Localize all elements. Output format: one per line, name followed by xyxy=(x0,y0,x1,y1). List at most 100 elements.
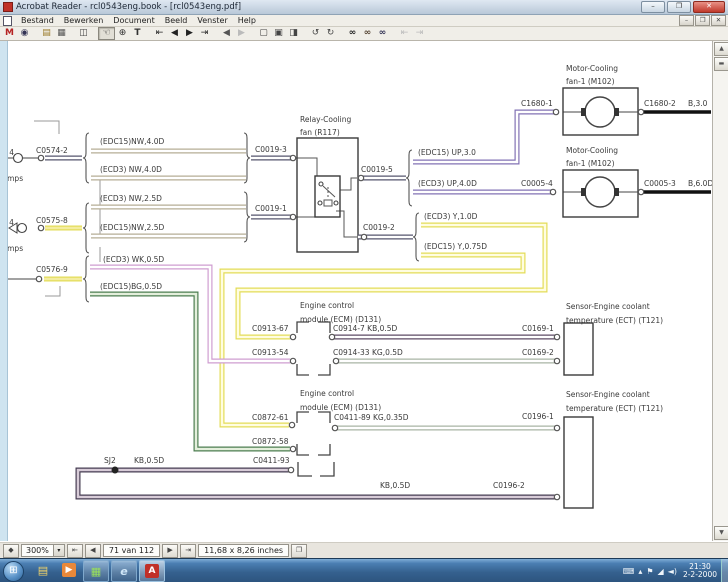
diagram-label: C0574-2 xyxy=(36,146,68,155)
next-view-icon[interactable]: ▶ xyxy=(234,28,249,39)
acrobat-logo-icon[interactable]: M xyxy=(2,28,17,39)
show-panel-icon[interactable]: ◫ xyxy=(76,28,91,39)
diagram-wire xyxy=(45,286,60,296)
taskbar-explorer[interactable]: ▤ xyxy=(31,560,55,580)
prev-page-button[interactable]: ◀ xyxy=(85,544,101,558)
taskbar-app-green[interactable]: ▦ xyxy=(83,560,109,582)
connector-pin xyxy=(38,155,43,160)
show-desktop-button[interactable] xyxy=(721,559,728,582)
zoom-dropdown-icon[interactable]: ▾ xyxy=(53,545,64,556)
menu-help[interactable]: Help xyxy=(233,16,261,25)
zoom-tool-icon[interactable]: ⊕ xyxy=(115,28,130,39)
tray-show-hidden-icon[interactable]: ▴ xyxy=(638,567,642,576)
first-page-icon[interactable]: ⇤ xyxy=(152,28,167,39)
mdi-close-button[interactable]: ✕ xyxy=(711,15,726,26)
close-button[interactable]: ✕ xyxy=(693,1,725,13)
symbol-circle xyxy=(319,182,323,186)
status-bar: ◆ 300% ▾ ⇤ ◀ 71 van 112 ▶ ⇥ 11,68 x 8,26… xyxy=(0,541,728,559)
menu-document[interactable]: Document xyxy=(108,16,159,25)
mdi-minimize-button[interactable]: – xyxy=(679,15,694,26)
page-indicator[interactable]: 71 van 112 xyxy=(103,544,160,557)
hand-tool-icon[interactable]: ☜ xyxy=(98,27,115,40)
next-page-button[interactable]: ▶ xyxy=(162,544,178,558)
system-tray: ⌨▴ ⚑ ◢ ◄) xyxy=(623,567,677,576)
eye-icon[interactable]: ◉ xyxy=(17,28,32,39)
brace xyxy=(406,150,412,206)
diagram-label: Motor-Cooling xyxy=(566,64,618,73)
diagram-wire xyxy=(297,364,309,375)
taskbar-clock[interactable]: 21:30 2-2-2000 xyxy=(683,563,717,580)
tool-indicator-button[interactable]: ◆ xyxy=(3,544,19,558)
search-icon[interactable]: ∞ xyxy=(360,28,375,39)
last-page-icon[interactable]: ⇥ xyxy=(197,28,212,39)
prev-page-icon[interactable]: ◀ xyxy=(167,28,182,39)
rotate-left-icon[interactable]: ↺ xyxy=(308,28,323,39)
connector-pin xyxy=(290,155,295,160)
motor-brush xyxy=(614,108,619,116)
menu-venster[interactable]: Venster xyxy=(192,16,232,25)
connector-pin xyxy=(290,358,295,363)
diagram-label: C0019-1 xyxy=(255,204,287,213)
minimize-button[interactable]: – xyxy=(641,1,665,13)
text-select-icon[interactable]: T xyxy=(130,28,145,39)
start-button[interactable]: ⊞ xyxy=(3,561,24,582)
menu-bar: BestandBewerkenDocumentBeeldVensterHelp … xyxy=(0,15,728,27)
symbol-circle xyxy=(14,154,23,163)
prev-view-icon[interactable]: ◀ xyxy=(219,28,234,39)
taskbar-acrobat-reader-icon: A xyxy=(145,564,159,578)
prev-highlight-icon[interactable]: ⇤ xyxy=(397,28,412,39)
diagram-label: Sensor-Engine coolant xyxy=(566,302,650,311)
splice-dot xyxy=(112,467,119,474)
menu-beeld[interactable]: Beeld xyxy=(160,16,193,25)
taskbar-acrobat-reader[interactable]: A xyxy=(139,560,165,582)
component-box xyxy=(564,323,593,375)
diagram-label: (EDC15)NW,4.0D xyxy=(100,137,164,146)
connector-pin xyxy=(38,225,43,230)
diagram-label: C0005-3 xyxy=(644,179,676,188)
open-icon[interactable]: ▤ xyxy=(39,28,54,39)
next-highlight-icon[interactable]: ⇥ xyxy=(412,28,427,39)
scroll-down-button[interactable]: ▼ xyxy=(714,526,728,540)
search-results-icon[interactable]: ∞ xyxy=(375,28,390,39)
mdi-restore-button[interactable]: ❐ xyxy=(695,15,710,26)
tray-volume-icon[interactable]: ◄) xyxy=(668,567,677,576)
rotate-right-icon[interactable]: ↻ xyxy=(323,28,338,39)
document-area: K 4AmpsE 4AmpsC0574-2(EDC15)NW,4.0D(ECD3… xyxy=(0,41,728,541)
diagram-label: Motor-Cooling xyxy=(566,146,618,155)
taskbar-internet-explorer[interactable]: e xyxy=(111,560,137,582)
taskbar-explorer-icon: ▤ xyxy=(38,564,48,577)
vertical-scrollbar[interactable]: ▲ ▬ ▼ xyxy=(712,41,728,541)
find-icon[interactable]: ∞ xyxy=(345,28,360,39)
window-split-button[interactable]: ❐ xyxy=(291,544,307,558)
last-page-button[interactable]: ⇥ xyxy=(180,544,196,558)
fit-page-icon[interactable]: ▣ xyxy=(271,28,286,39)
next-page-icon[interactable]: ▶ xyxy=(182,28,197,39)
diagram-label: C0913-54 xyxy=(252,348,289,357)
wiring-diagram: K 4AmpsE 4AmpsC0574-2(EDC15)NW,4.0D(ECD3… xyxy=(0,41,713,541)
diagram-label: C0411-89 KG,0.35D xyxy=(334,413,409,422)
wire-ribbon-core xyxy=(78,470,555,497)
menu-bewerken[interactable]: Bewerken xyxy=(59,16,109,25)
zoom-combo[interactable]: 300% ▾ xyxy=(21,544,65,557)
scroll-split-button[interactable]: ▬ xyxy=(714,57,728,71)
acrobat-app-icon xyxy=(3,2,13,12)
connector-pin xyxy=(638,189,643,194)
taskbar-media-player[interactable]: ▶ xyxy=(57,560,81,580)
fit-width-icon[interactable]: ◨ xyxy=(286,28,301,39)
diagram-label: Sensor-Engine coolant xyxy=(566,390,650,399)
tray-action-center-icon[interactable]: ⚑ xyxy=(646,567,653,576)
menu-bestand[interactable]: Bestand xyxy=(16,16,59,25)
diagram-label: fan-1 (M102) xyxy=(566,159,615,168)
restore-button[interactable]: ❐ xyxy=(667,1,691,13)
diagram-label: C0169-2 xyxy=(522,348,554,357)
actual-size-icon[interactable]: ▢ xyxy=(256,28,271,39)
diagram-label: Engine control xyxy=(300,301,354,310)
diagram-wire xyxy=(320,462,334,476)
tray-network-icon[interactable]: ◢ xyxy=(658,567,664,576)
motor-brush xyxy=(581,188,586,196)
scroll-up-button[interactable]: ▲ xyxy=(714,42,728,56)
tray-keyboard-icon[interactable]: ⌨ xyxy=(623,567,635,576)
print-icon[interactable]: ▦ xyxy=(54,28,69,39)
first-page-button[interactable]: ⇤ xyxy=(67,544,83,558)
diagram-wire xyxy=(336,211,357,237)
